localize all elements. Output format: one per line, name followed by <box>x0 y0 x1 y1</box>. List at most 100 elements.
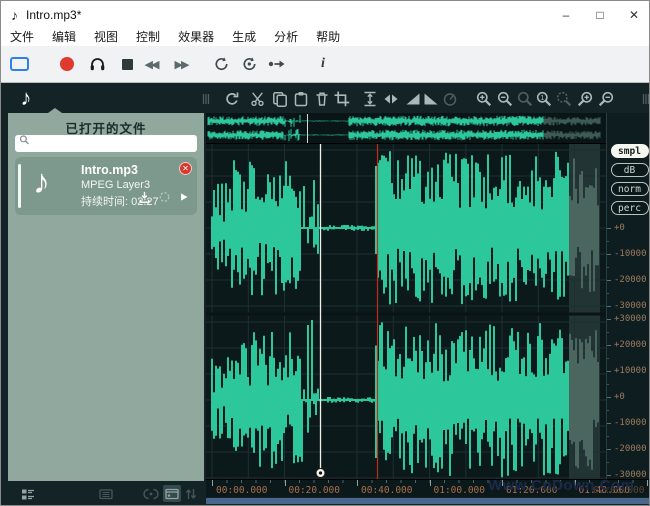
transport-toolbar: 44.1 kHz stereo -0000:00:54.460 ◀◀▶▶i <box>1 46 650 83</box>
monitor-button[interactable] <box>87 46 107 82</box>
amplitude-tick-label: +30000 <box>614 314 647 324</box>
amplitude-tick <box>607 449 611 450</box>
fade-out-icon <box>423 91 439 107</box>
cut-icon <box>250 91 266 107</box>
sort-files-button[interactable] <box>182 485 200 502</box>
paste-button[interactable] <box>292 90 310 107</box>
zoom-selection-icon <box>556 91 572 107</box>
amplitude-minor-tick <box>607 410 609 411</box>
selection-tool-icon <box>9 56 30 72</box>
thumbnail-view-button[interactable] <box>97 485 115 502</box>
amplitude-tick <box>607 306 611 307</box>
list-view-icon <box>20 486 36 502</box>
amplitude-button[interactable] <box>361 90 379 107</box>
list-view-button[interactable] <box>19 485 37 502</box>
download-icon[interactable] <box>137 189 152 210</box>
loop-button[interactable] <box>211 46 231 82</box>
search-input[interactable] <box>32 137 197 150</box>
normalize-button[interactable] <box>441 90 459 107</box>
vzoom-out-icon <box>598 91 614 107</box>
drag-handle-button[interactable] <box>637 90 650 107</box>
file-card-intro-mp3[interactable]: ♪ Intro.mp3 MPEG Layer3 持续时间: 02:27 ✕ <box>15 157 197 215</box>
play-to-end-button[interactable] <box>267 46 287 82</box>
menu-item-effects[interactable]: 效果器 <box>169 29 223 46</box>
scale-mode-dB[interactable]: dB <box>611 163 649 177</box>
selection-tool-button[interactable] <box>9 46 30 82</box>
minimize-button[interactable]: – <box>549 1 583 29</box>
amplitude-tick-label: -20000 <box>614 444 647 454</box>
zoom-out-button[interactable] <box>496 90 514 107</box>
svg-text:1: 1 <box>540 93 544 102</box>
zoom-one-button[interactable]: 1 <box>535 90 553 107</box>
reverse-button[interactable] <box>382 90 400 107</box>
menu-item-analyze[interactable]: 分析 <box>265 29 307 46</box>
crop-button[interactable] <box>333 90 351 107</box>
close-button[interactable]: ✕ <box>617 1 650 29</box>
menu-item-help[interactable]: 帮助 <box>307 29 349 46</box>
menu-item-generate[interactable]: 生成 <box>223 29 265 46</box>
cut-button[interactable] <box>249 90 267 107</box>
loop-once-button[interactable] <box>239 46 259 82</box>
undo-icon <box>224 91 240 107</box>
horizontal-scrollbar[interactable] <box>206 498 650 504</box>
scale-mode-perc[interactable]: perc <box>611 201 649 215</box>
music-note-icon: ♪ <box>21 87 32 109</box>
waveform-canvas[interactable] <box>206 113 606 479</box>
menu-item-view[interactable]: 视图 <box>85 29 127 46</box>
forward-button[interactable]: ▶▶ <box>171 46 191 82</box>
file-search[interactable] <box>15 135 197 152</box>
loop-icon <box>213 56 230 72</box>
menu-item-edit[interactable]: 编辑 <box>43 29 85 46</box>
time-tick-label: 00:40.000 <box>361 485 412 496</box>
time-tick-label: 01:00.000 <box>434 485 485 496</box>
menu-item-control[interactable]: 控制 <box>127 29 169 46</box>
normalize-icon <box>442 91 458 107</box>
play-file-icon[interactable] <box>177 189 190 210</box>
zoom-in-button[interactable] <box>475 90 493 107</box>
tab-intro-mp3[interactable]: ♪ <box>7 83 45 113</box>
zoom-in-icon <box>476 91 492 107</box>
titlebar: ♪ Intro.mp3* – □ ✕ <box>1 1 650 29</box>
close-file-button[interactable]: ✕ <box>179 162 192 175</box>
drag-handle-icon <box>198 91 214 107</box>
loop-region-button[interactable] <box>142 485 160 502</box>
fade-in-button[interactable] <box>404 90 422 107</box>
time-tick <box>212 480 213 486</box>
vzoom-out-button[interactable] <box>597 90 615 107</box>
record-icon <box>60 57 74 71</box>
thumbnail-view-icon <box>98 486 114 502</box>
zoom-button[interactable] <box>516 90 534 107</box>
trash-button[interactable] <box>313 90 331 107</box>
vzoom-in-button[interactable] <box>576 90 594 107</box>
menu-item-file[interactable]: 文件 <box>1 29 43 46</box>
panel-toggle-button[interactable] <box>163 485 181 502</box>
amplitude-tick <box>607 228 611 229</box>
zoom-selection-button[interactable] <box>555 90 573 107</box>
rewind-button[interactable]: ◀◀ <box>141 46 161 82</box>
scale-mode-norm[interactable]: norm <box>611 182 649 196</box>
amplitude-tick <box>607 254 611 255</box>
scale-mode-smpl[interactable]: smpl <box>611 144 649 158</box>
app-window: ♪ Intro.mp3* – □ ✕ 文件编辑视图控制效果器生成分析帮助 44.… <box>0 0 650 506</box>
amplitude-tick-label: -20000 <box>614 275 647 285</box>
amplitude-minor-tick <box>607 267 609 268</box>
monitor-icon <box>89 56 106 72</box>
stop-button[interactable] <box>117 46 137 82</box>
undo-button[interactable] <box>223 90 241 107</box>
info-button[interactable]: i <box>313 46 333 82</box>
drag-handle-button[interactable] <box>197 90 215 107</box>
record-button[interactable] <box>57 46 77 82</box>
watermark: Www.CnDown.Com <box>488 477 634 494</box>
loop-once-icon <box>241 56 258 72</box>
loop-playback-icon[interactable] <box>157 189 172 210</box>
paste-icon <box>293 91 309 107</box>
fade-in-icon <box>405 91 421 107</box>
amplitude-minor-tick <box>607 384 609 385</box>
zoom-icon <box>517 91 533 107</box>
copy-button[interactable] <box>271 90 289 107</box>
file-card-actions <box>137 189 190 210</box>
drag-handle-icon <box>638 91 650 107</box>
fade-out-button[interactable] <box>422 90 440 107</box>
maximize-button[interactable]: □ <box>583 1 617 29</box>
file-name: Intro.mp3 <box>81 163 159 177</box>
